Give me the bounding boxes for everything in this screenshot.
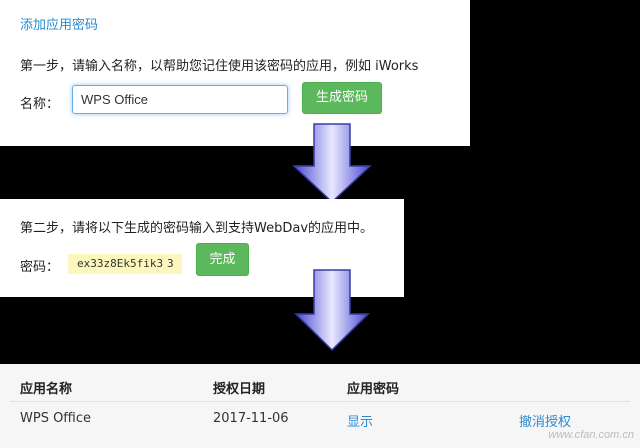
app-name-input[interactable]	[72, 85, 288, 114]
app-password-table	[0, 364, 640, 448]
table-cell-auth-date: 2017-11-06	[213, 411, 289, 426]
name-label: 名称：	[20, 97, 60, 112]
watermark: www.cfan.com.cn	[548, 429, 634, 441]
step1-instruction: 第一步，请输入名称，以帮助您记住使用该密码的应用，例如 iWorks	[20, 59, 419, 74]
generated-password: ex33z8Ek5fik3	[68, 254, 182, 274]
done-button[interactable]: 完成	[196, 243, 249, 276]
table-cell-app-name: WPS Office	[20, 411, 92, 426]
add-app-password-title: 添加应用密码	[20, 18, 99, 33]
generate-password-button[interactable]: 生成密码	[302, 82, 382, 114]
down-arrow-icon	[292, 123, 372, 204]
row-divider	[10, 401, 630, 402]
show-password-link[interactable]: 显示	[347, 411, 373, 430]
column-header-auth-date: 授权日期	[213, 382, 266, 397]
password-label: 密码：	[20, 260, 60, 275]
down-arrow-icon	[294, 269, 370, 352]
column-header-app-name: 应用名称	[20, 382, 73, 397]
generated-password-tail: 3	[167, 257, 174, 270]
column-header-app-password: 应用密码	[347, 382, 400, 397]
revoke-authorization-link[interactable]: 撤消授权	[519, 411, 571, 430]
step2-instruction: 第二步，请将以下生成的密码输入到支持WebDav的应用中。	[20, 221, 374, 236]
